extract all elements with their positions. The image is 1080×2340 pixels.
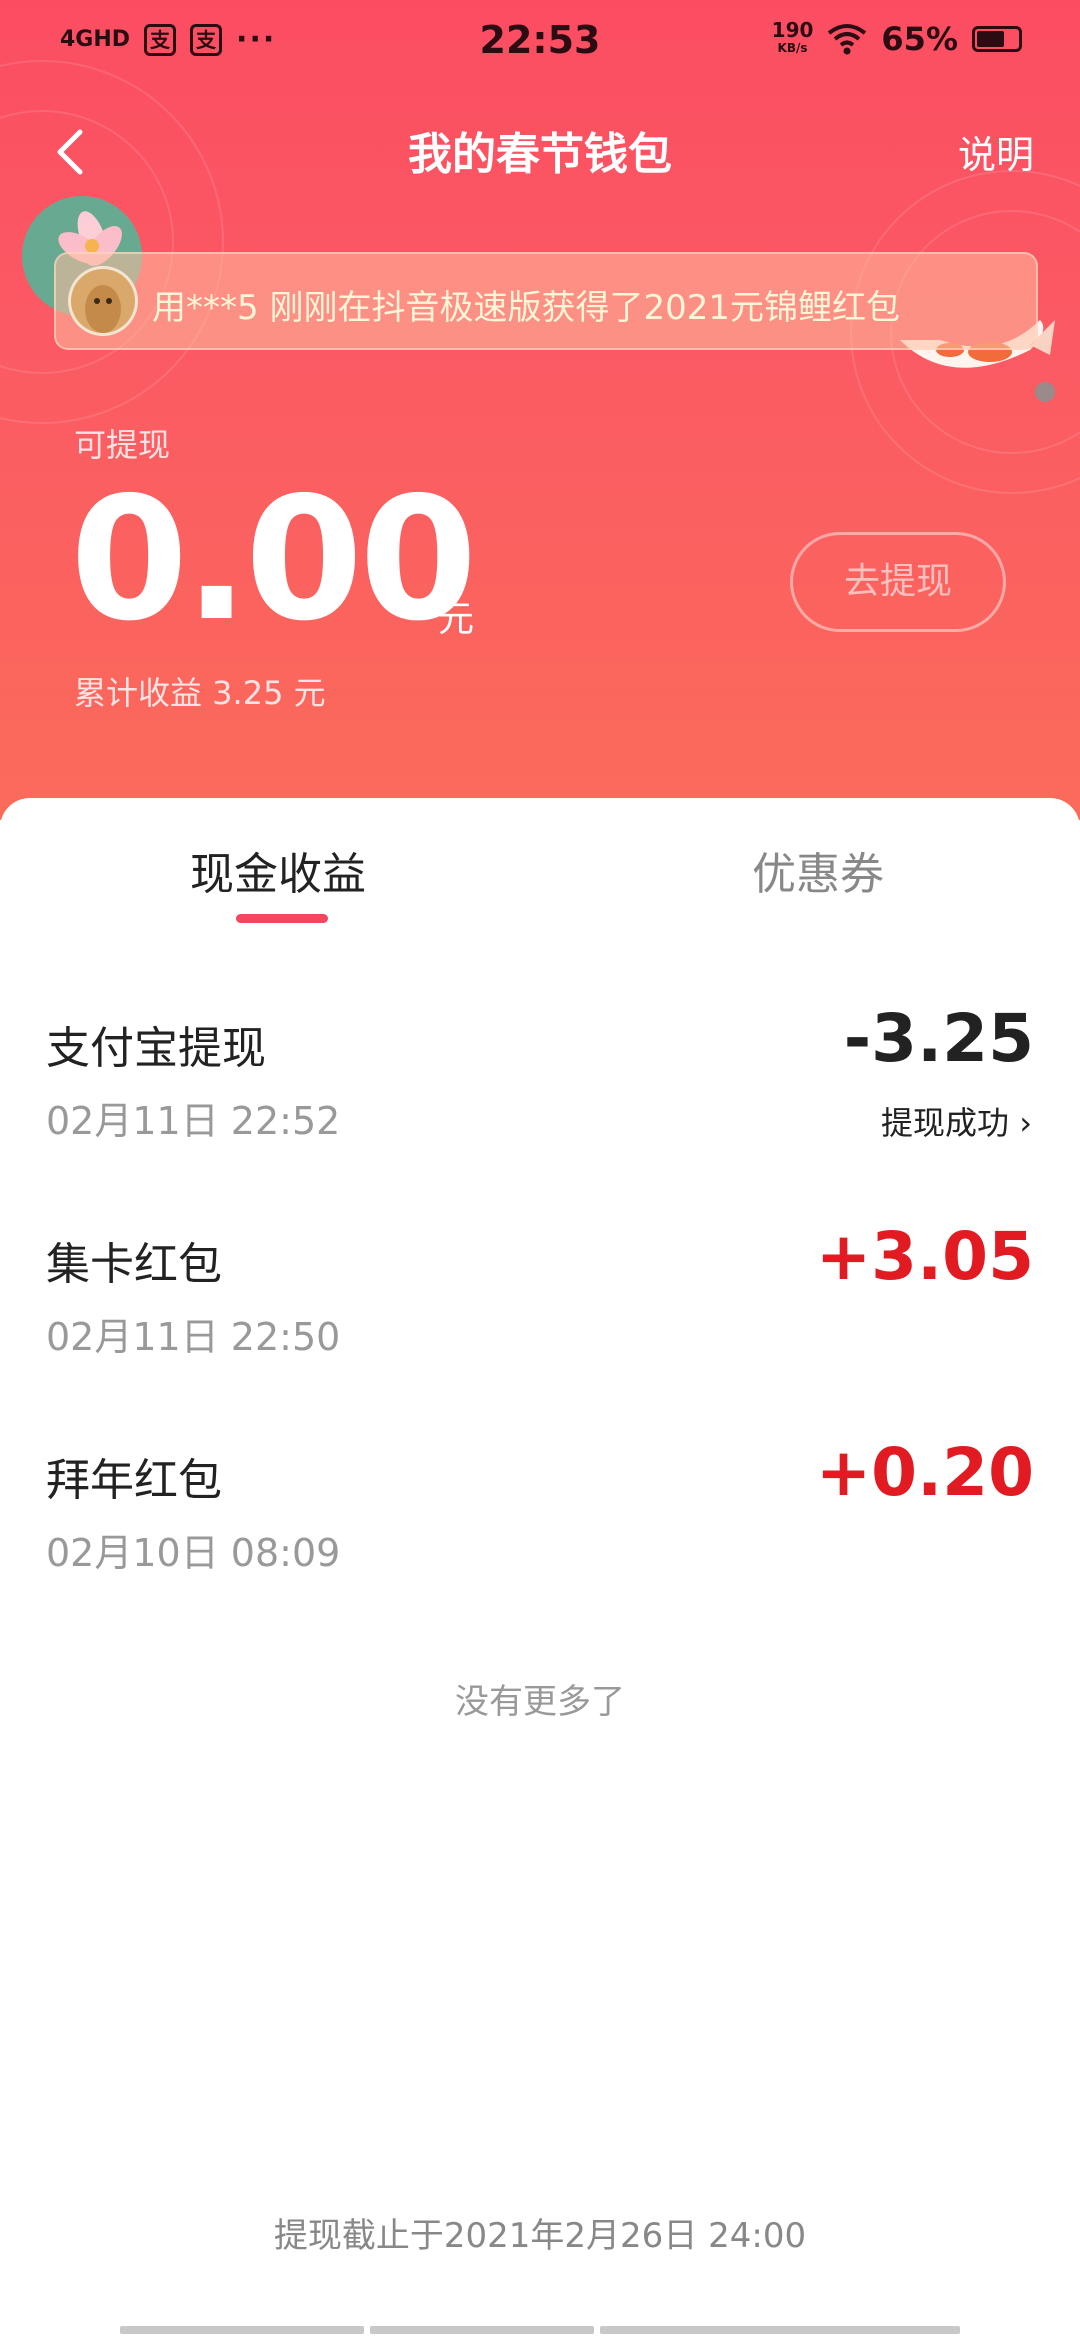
balance-unit: 元 bbox=[438, 599, 475, 640]
notice-text: 用***5 刚刚在抖音极速版获得了2021元锦鲤红包 bbox=[152, 288, 900, 328]
record-time: 02月10日 08:09 bbox=[46, 1531, 341, 1575]
home-indicator[interactable] bbox=[120, 2326, 960, 2334]
record-title: 支付宝提现 bbox=[46, 1023, 266, 1074]
battery-percentage: 65% bbox=[881, 20, 958, 58]
tab-coupons[interactable]: 优惠券 bbox=[752, 838, 884, 902]
withdraw-button[interactable]: 去提现 bbox=[790, 532, 1006, 632]
record-time: 02月11日 22:50 bbox=[46, 1315, 341, 1359]
battery-icon bbox=[972, 26, 1022, 52]
net-speed: 190 KB/s bbox=[771, 18, 814, 55]
wallet-header: 4GHD 支 支 ··· 22:53 190 KB/s 65% 我的春节钱包 说… bbox=[0, 0, 1080, 820]
active-tab-indicator bbox=[236, 914, 328, 923]
tab-cash-earnings[interactable]: 现金收益 bbox=[190, 838, 366, 902]
list-item: 支付宝提现 02月11日 22:52 -3.25 提现成功 › bbox=[0, 1000, 1080, 1212]
balance-amount: 0.00 bbox=[70, 461, 477, 659]
status-bar: 4GHD 支 支 ··· 22:53 190 KB/s 65% bbox=[0, 0, 1080, 90]
record-amount: +0.20 bbox=[815, 1434, 1034, 1511]
no-more-text: 没有更多了 bbox=[455, 1682, 625, 1722]
record-amount: -3.25 bbox=[843, 1000, 1034, 1077]
earnings-card: 现金收益 优惠券 支付宝提现 02月11日 22:52 -3.25 提现成功 ›… bbox=[0, 798, 1080, 2340]
list-item: 拜年红包 02月10日 08:09 +0.20 bbox=[0, 1434, 1080, 1644]
record-amount: +3.05 bbox=[815, 1218, 1034, 1295]
record-time: 02月11日 22:52 bbox=[46, 1099, 341, 1143]
page-title: 我的春节钱包 bbox=[408, 129, 672, 180]
winner-notice-banner: 用***5 刚刚在抖音极速版获得了2021元锦鲤红包 bbox=[54, 252, 1038, 350]
help-button[interactable]: 说明 bbox=[958, 124, 1034, 179]
list-item: 集卡红包 02月11日 22:50 +3.05 bbox=[0, 1218, 1080, 1428]
record-title: 拜年红包 bbox=[46, 1455, 222, 1506]
nav-bar: 我的春节钱包 说明 bbox=[0, 100, 1080, 200]
avatar bbox=[68, 266, 138, 336]
total-earnings: 累计收益 3.25 元 bbox=[74, 674, 326, 712]
withdraw-status-link[interactable]: 提现成功 › bbox=[881, 1098, 1032, 1144]
record-title: 集卡红包 bbox=[46, 1239, 222, 1290]
wifi-icon bbox=[828, 24, 867, 55]
withdrawable-label: 可提现 bbox=[74, 426, 171, 464]
tab-bar: 现金收益 优惠券 bbox=[0, 798, 1080, 928]
withdraw-deadline: 提现截止于2021年2月26日 24:00 bbox=[273, 2216, 807, 2256]
